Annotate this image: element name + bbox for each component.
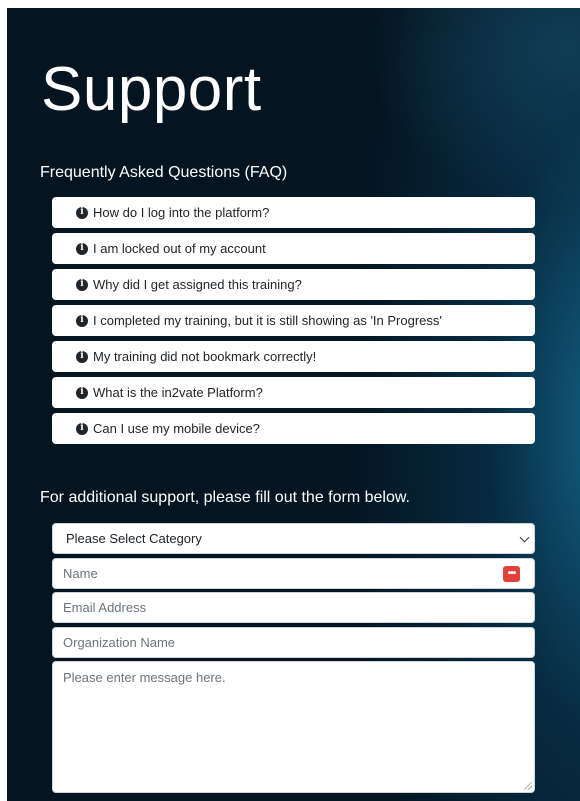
- info-circle-icon: i: [76, 314, 88, 327]
- message-field[interactable]: [53, 662, 534, 792]
- organization-field-wrapper: [52, 626, 535, 658]
- email-field[interactable]: [63, 593, 534, 622]
- info-circle-icon: i: [76, 206, 88, 219]
- faq-heading: Frequently Asked Questions (FAQ): [40, 164, 288, 181]
- autofill-dots-icon[interactable]: •••: [503, 565, 520, 582]
- category-select-value: Please Select Category: [66, 531, 202, 546]
- faq-item-assigned-training[interactable]: i Why did I get assigned this training?: [52, 269, 535, 300]
- name-field[interactable]: [63, 558, 534, 588]
- support-form-heading: For additional support, please fill out …: [40, 489, 410, 506]
- faq-list: i How do I log into the platform? i I am…: [52, 197, 535, 449]
- category-select[interactable]: Please Select Category: [52, 523, 535, 554]
- name-field-wrapper: •••: [52, 557, 535, 589]
- faq-item-mobile[interactable]: i Can I use my mobile device?: [52, 413, 535, 444]
- faq-item-locked-out[interactable]: i I am locked out of my account: [52, 233, 535, 264]
- resize-handle-icon[interactable]: [524, 782, 532, 790]
- info-circle-icon: i: [76, 278, 88, 291]
- support-panel: Support Frequently Asked Questions (FAQ)…: [7, 8, 580, 801]
- faq-item-label: I completed my training, but it is still…: [93, 313, 442, 328]
- faq-item-label: My training did not bookmark correctly!: [93, 349, 317, 364]
- info-circle-icon: i: [76, 242, 88, 255]
- info-circle-icon: i: [76, 386, 88, 399]
- faq-item-bookmark[interactable]: i My training did not bookmark correctly…: [52, 341, 535, 372]
- info-circle-icon: i: [76, 350, 88, 363]
- page-title: Support: [41, 55, 262, 124]
- faq-item-label: I am locked out of my account: [93, 241, 266, 256]
- faq-item-label: How do I log into the platform?: [93, 205, 270, 220]
- faq-item-platform[interactable]: i What is the in2vate Platform?: [52, 377, 535, 408]
- message-field-wrapper: [52, 661, 535, 793]
- organization-field[interactable]: [63, 627, 534, 657]
- info-circle-icon: i: [76, 422, 88, 435]
- faq-item-in-progress[interactable]: i I completed my training, but it is sti…: [52, 305, 535, 336]
- faq-item-label: What is the in2vate Platform?: [93, 385, 263, 400]
- chevron-down-icon: [519, 532, 530, 543]
- faq-item-label: Why did I get assigned this training?: [93, 277, 302, 292]
- support-form: Please Select Category •••: [52, 523, 535, 793]
- email-field-wrapper: [52, 592, 535, 623]
- faq-item-label: Can I use my mobile device?: [93, 421, 260, 436]
- faq-item-login[interactable]: i How do I log into the platform?: [52, 197, 535, 228]
